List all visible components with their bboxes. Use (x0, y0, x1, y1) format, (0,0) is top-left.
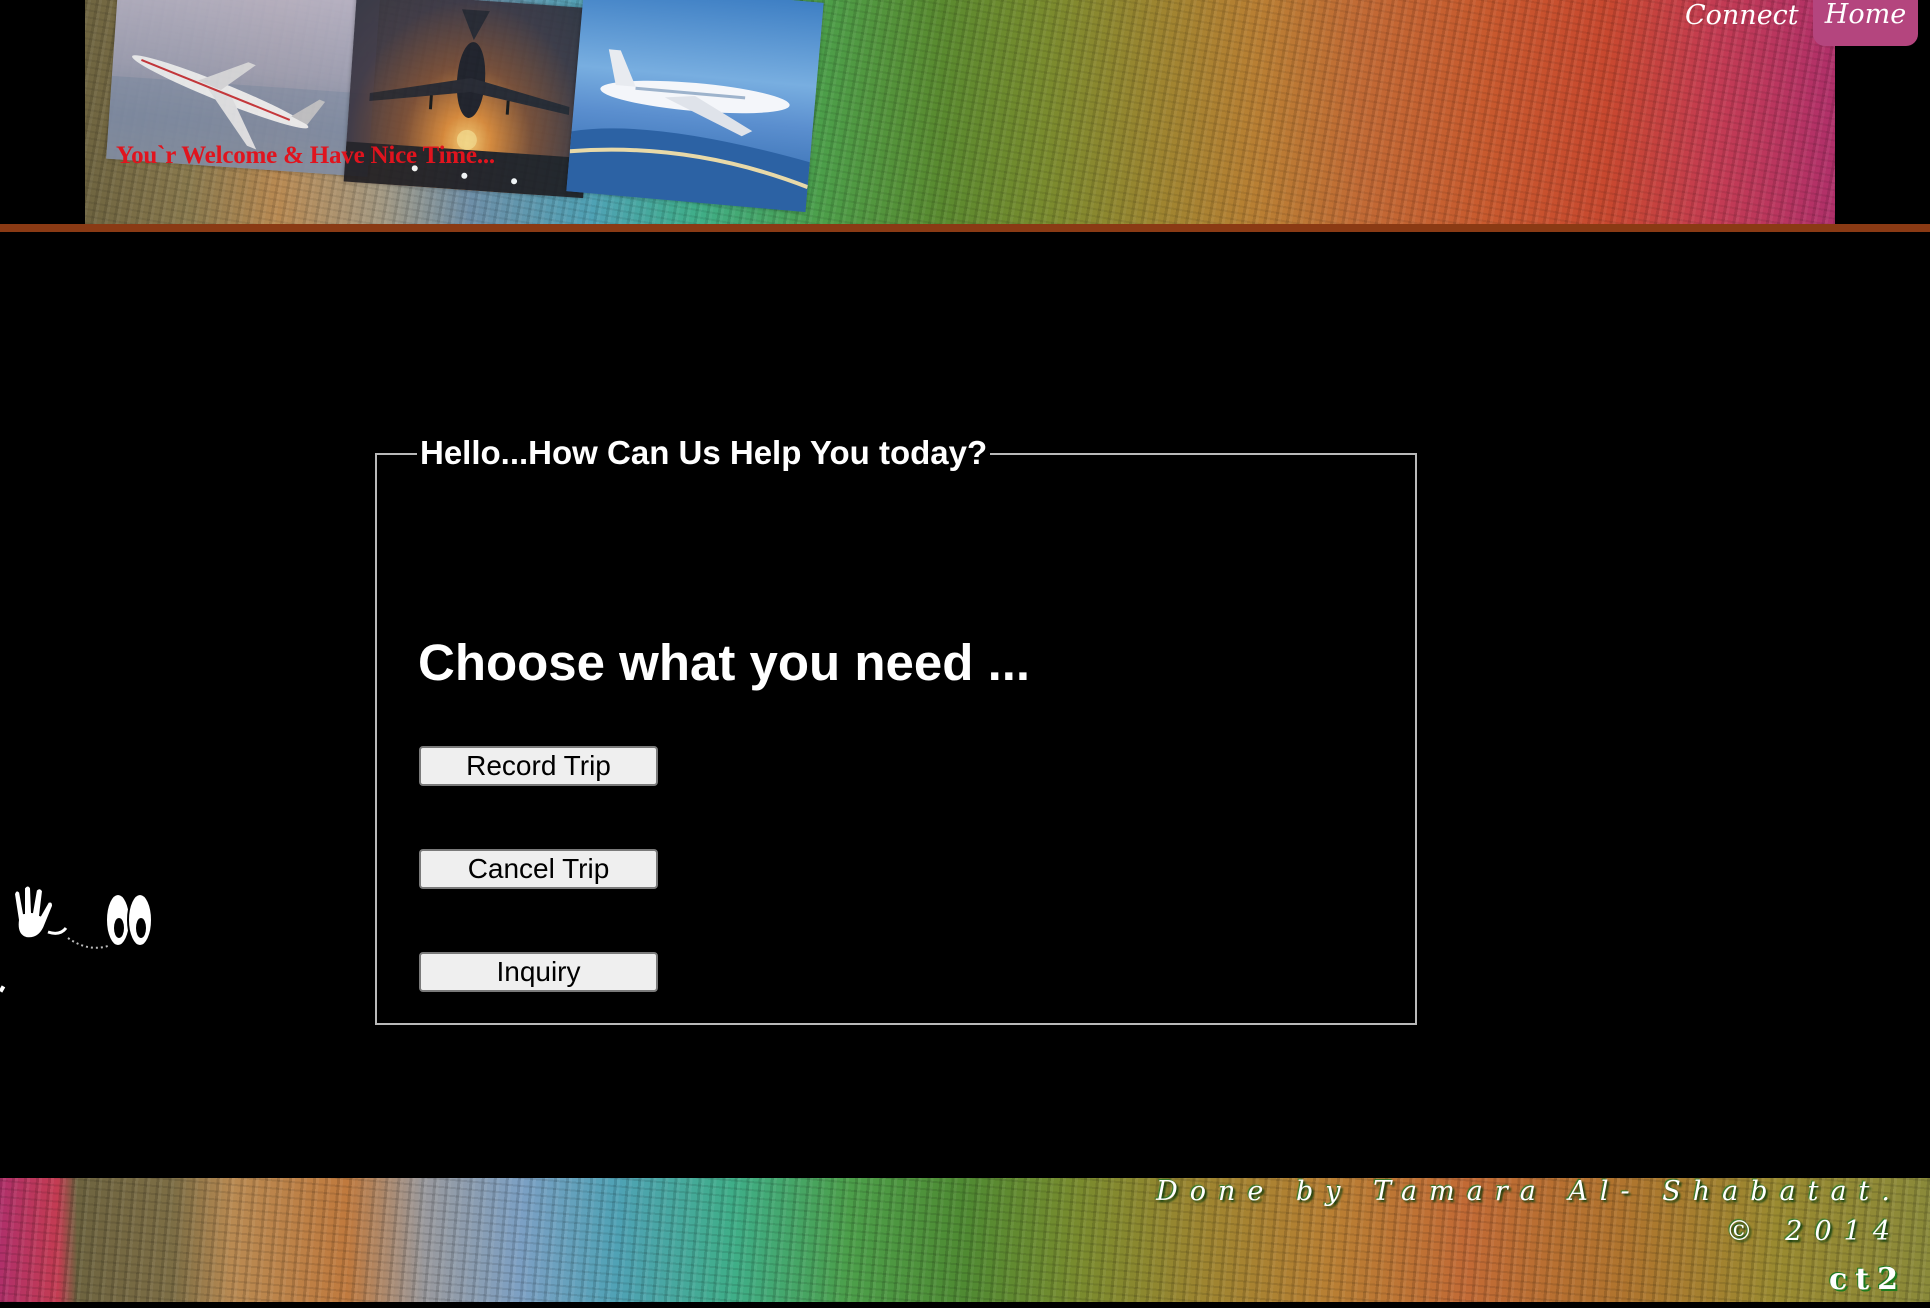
inquiry-button[interactable]: Inquiry (419, 952, 658, 992)
header-banner: You`r Welcome & Have Nice Time... (85, 0, 1835, 224)
footer-copyright: © 2014 (1725, 1216, 1902, 1247)
footer-code: ct2 (1829, 1262, 1906, 1297)
waving-hand-and-eyes-icon (12, 884, 153, 949)
page: You`r Welcome & Have Nice Time... Connec… (0, 0, 1930, 1308)
header: You`r Welcome & Have Nice Time... Connec… (0, 0, 1930, 224)
welcome-message: You`r Welcome & Have Nice Time... (116, 142, 495, 169)
airliner-icon (566, 49, 810, 213)
choose-heading: Choose what you need ... (418, 634, 1031, 691)
help-fieldset: Hello...How Can Us Help You today? Choos… (375, 433, 1417, 1025)
fieldset-legend: Hello...How Can Us Help You today? (417, 433, 991, 473)
record-trip-button[interactable]: Record Trip (419, 746, 658, 786)
cancel-trip-button[interactable]: Cancel Trip (419, 849, 658, 889)
airliner-photo (566, 0, 824, 213)
footer-author: Done by Tamara Al- Shabatat. (1156, 1176, 1902, 1207)
nav-home-link[interactable]: Home (1813, 0, 1918, 46)
header-divider (0, 224, 1930, 232)
nav-connect-link[interactable]: Connect (1685, 0, 1799, 31)
footer-bottom-edge (0, 1302, 1930, 1308)
stray-mark (0, 985, 6, 993)
